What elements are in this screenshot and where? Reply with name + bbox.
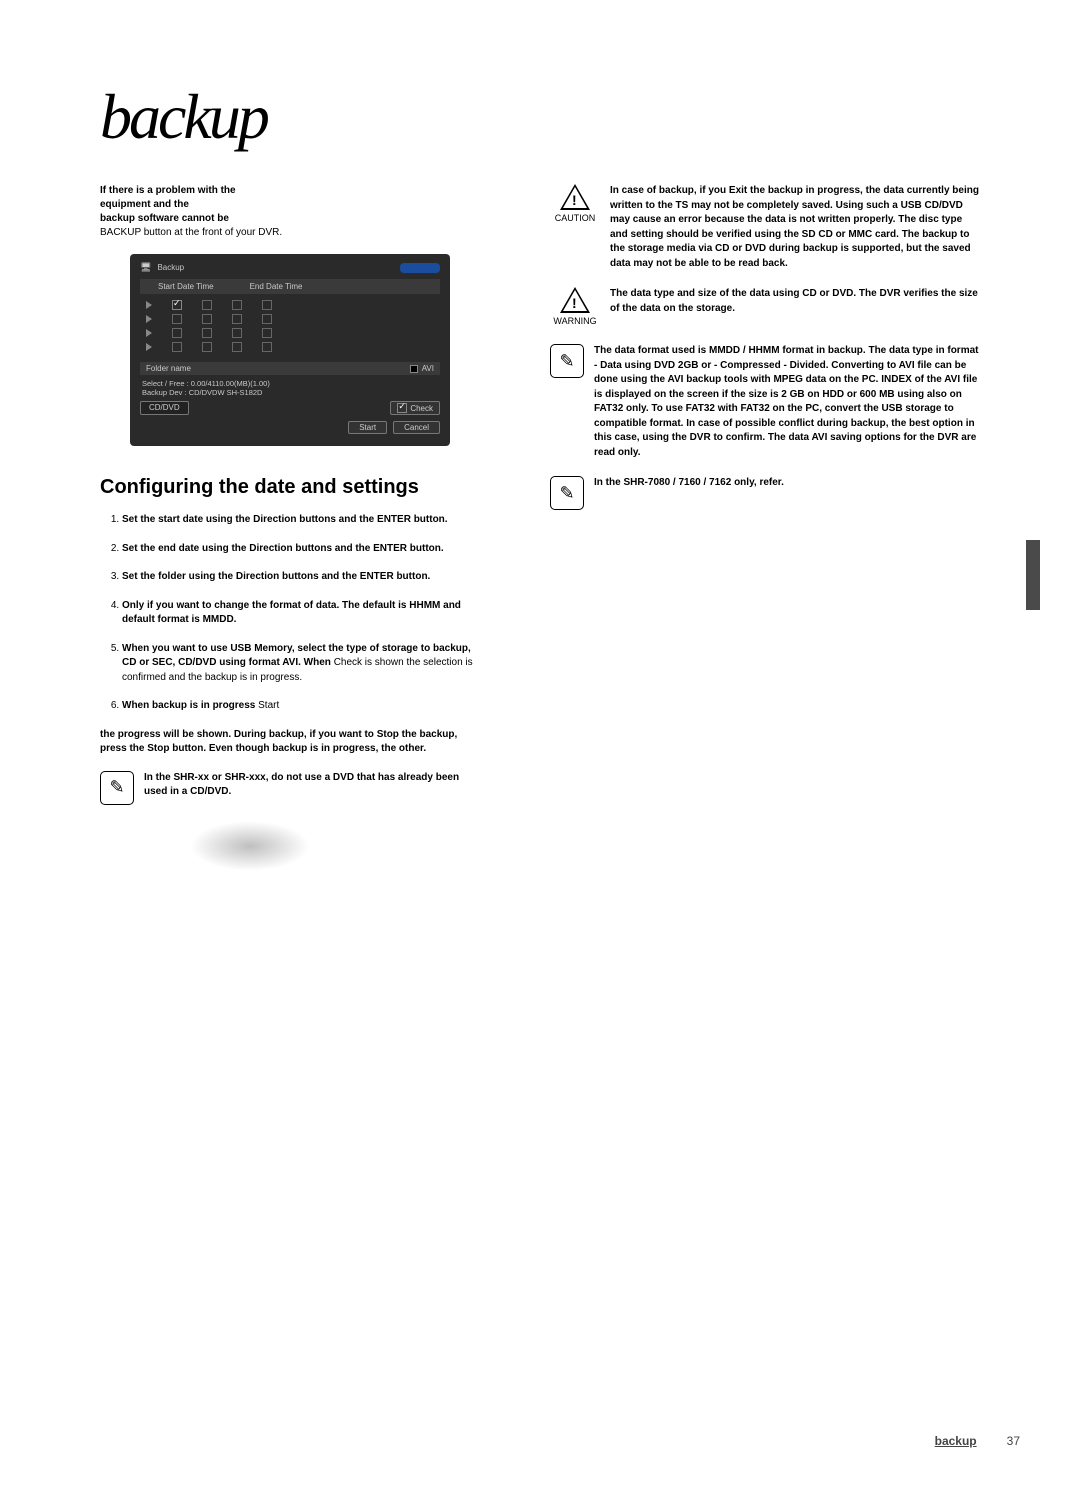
start-button[interactable]: Start	[348, 421, 387, 434]
check-button[interactable]: Check	[390, 401, 440, 415]
step-4: Only if you want to change the format of…	[122, 599, 480, 628]
caution-icon: ! CAUTION	[550, 184, 600, 271]
step-3: Set the folder using the Direction butto…	[122, 570, 480, 585]
device-field[interactable]: CD/DVD	[140, 401, 189, 415]
col-end: End Date Time	[232, 279, 321, 294]
step-6: When backup is in progress Start	[122, 699, 480, 714]
step-5: When you want to use USB Memory, select …	[122, 642, 480, 686]
warning-icon: ! WARNING	[550, 287, 600, 328]
table-row	[140, 298, 440, 312]
folder-row: Folder name AVI	[140, 362, 440, 375]
backup-dialog-screenshot: 🖥 Backup Start Date Time End Date Time F…	[130, 254, 450, 446]
step-2: Set the end date using the Direction but…	[122, 542, 480, 557]
page-footer: backup37	[935, 1434, 1020, 1448]
note-icon: ✎	[550, 344, 584, 378]
cancel-button[interactable]: Cancel	[393, 421, 440, 434]
intro-text: If there is a problem with the equipment…	[100, 184, 480, 240]
right-note-2: In the SHR-7080 / 7160 / 7162 only, refe…	[594, 476, 784, 510]
step-6-continued: the progress will be shown. During backu…	[100, 728, 480, 757]
note-icon: ✎	[100, 771, 134, 805]
section-tab	[1026, 540, 1040, 610]
brand-logo	[400, 263, 440, 273]
table-row	[140, 312, 440, 326]
caution-text: In case of backup, if you Exit the backu…	[610, 184, 980, 271]
step-1: Set the start date using the Direction b…	[122, 513, 480, 528]
right-note-1: The data format used is MMDD / HHMM form…	[594, 344, 980, 460]
col-start: Start Date Time	[140, 279, 232, 294]
note-text: In the SHR-xx or SHR-xxx, do not use a D…	[144, 771, 480, 805]
section-heading: Configuring the date and settings	[100, 476, 480, 499]
smudge	[190, 821, 310, 871]
page-title: backup	[100, 80, 1020, 154]
status-line: Select / Free : 0.00/4110.00(MB)(1.00) B…	[140, 375, 440, 397]
dialog-title: Backup	[157, 263, 184, 272]
table-row	[140, 326, 440, 340]
note-icon: ✎	[550, 476, 584, 510]
table-row	[140, 340, 440, 354]
warning-text: The data type and size of the data using…	[610, 287, 980, 328]
